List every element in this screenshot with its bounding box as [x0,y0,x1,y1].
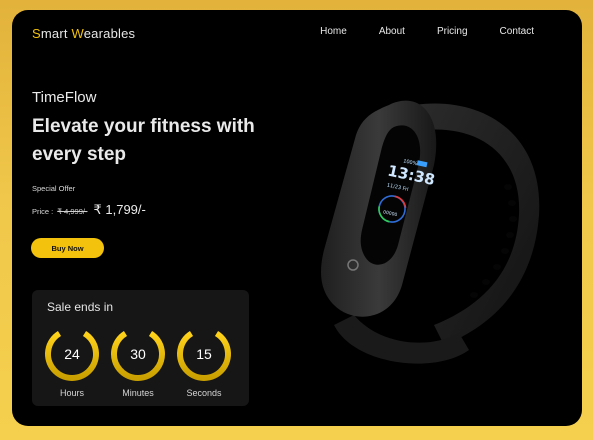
seconds-value: 15 [196,346,212,362]
logo-text-smart: mart [40,26,72,41]
seconds-ring: 15 [174,324,234,384]
hours-label: Hours [59,388,84,398]
countdown-minutes: 30 Minutes [108,324,168,398]
nav-contact[interactable]: Contact [500,26,534,37]
special-offer-label: Special Offer [32,184,76,193]
top-nav: Home About Pricing Contact [320,26,534,37]
countdown-title: Sale ends in [47,300,114,314]
logo-initial-w: W [71,26,84,41]
fitness-band-image: 100% 13:38 11/23 Fri 00000 [321,100,540,364]
hero-headline: Elevate your fitness with every step [32,116,255,165]
countdown-units: 24 Hours 30 Minutes 15 Seconds [42,324,234,398]
minutes-ring: 30 [108,324,168,384]
sale-countdown-panel: Sale ends in 24 Hours 30 Minutes 15 Seco… [32,290,249,406]
nav-about[interactable]: About [379,26,405,37]
old-price: ₹ 4,999/- [57,207,88,216]
logo-initial-s: S [32,26,41,41]
hero-card: Smart Wearables Home About Pricing Conta… [12,10,582,426]
nav-pricing[interactable]: Pricing [437,26,468,37]
nav-home[interactable]: Home [320,26,347,37]
product-name: TimeFlow [32,89,97,106]
countdown-hours: 24 Hours [42,324,102,398]
hours-ring: 24 [42,324,102,384]
hours-value: 24 [64,346,80,362]
sale-price: ₹ 1,799/- [93,202,146,217]
minutes-value: 30 [130,346,146,362]
price-label: Price : [32,207,54,216]
buy-now-button[interactable]: Buy Now [31,238,104,258]
countdown-seconds: 15 Seconds [174,324,234,398]
brand-logo[interactable]: Smart Wearables [32,26,135,41]
price-row: Price : ₹ 4,999/- ₹ 1,799/- [32,202,146,218]
minutes-label: Minutes [122,388,154,398]
seconds-label: Seconds [186,388,222,398]
logo-text-wearables: earables [83,26,136,41]
